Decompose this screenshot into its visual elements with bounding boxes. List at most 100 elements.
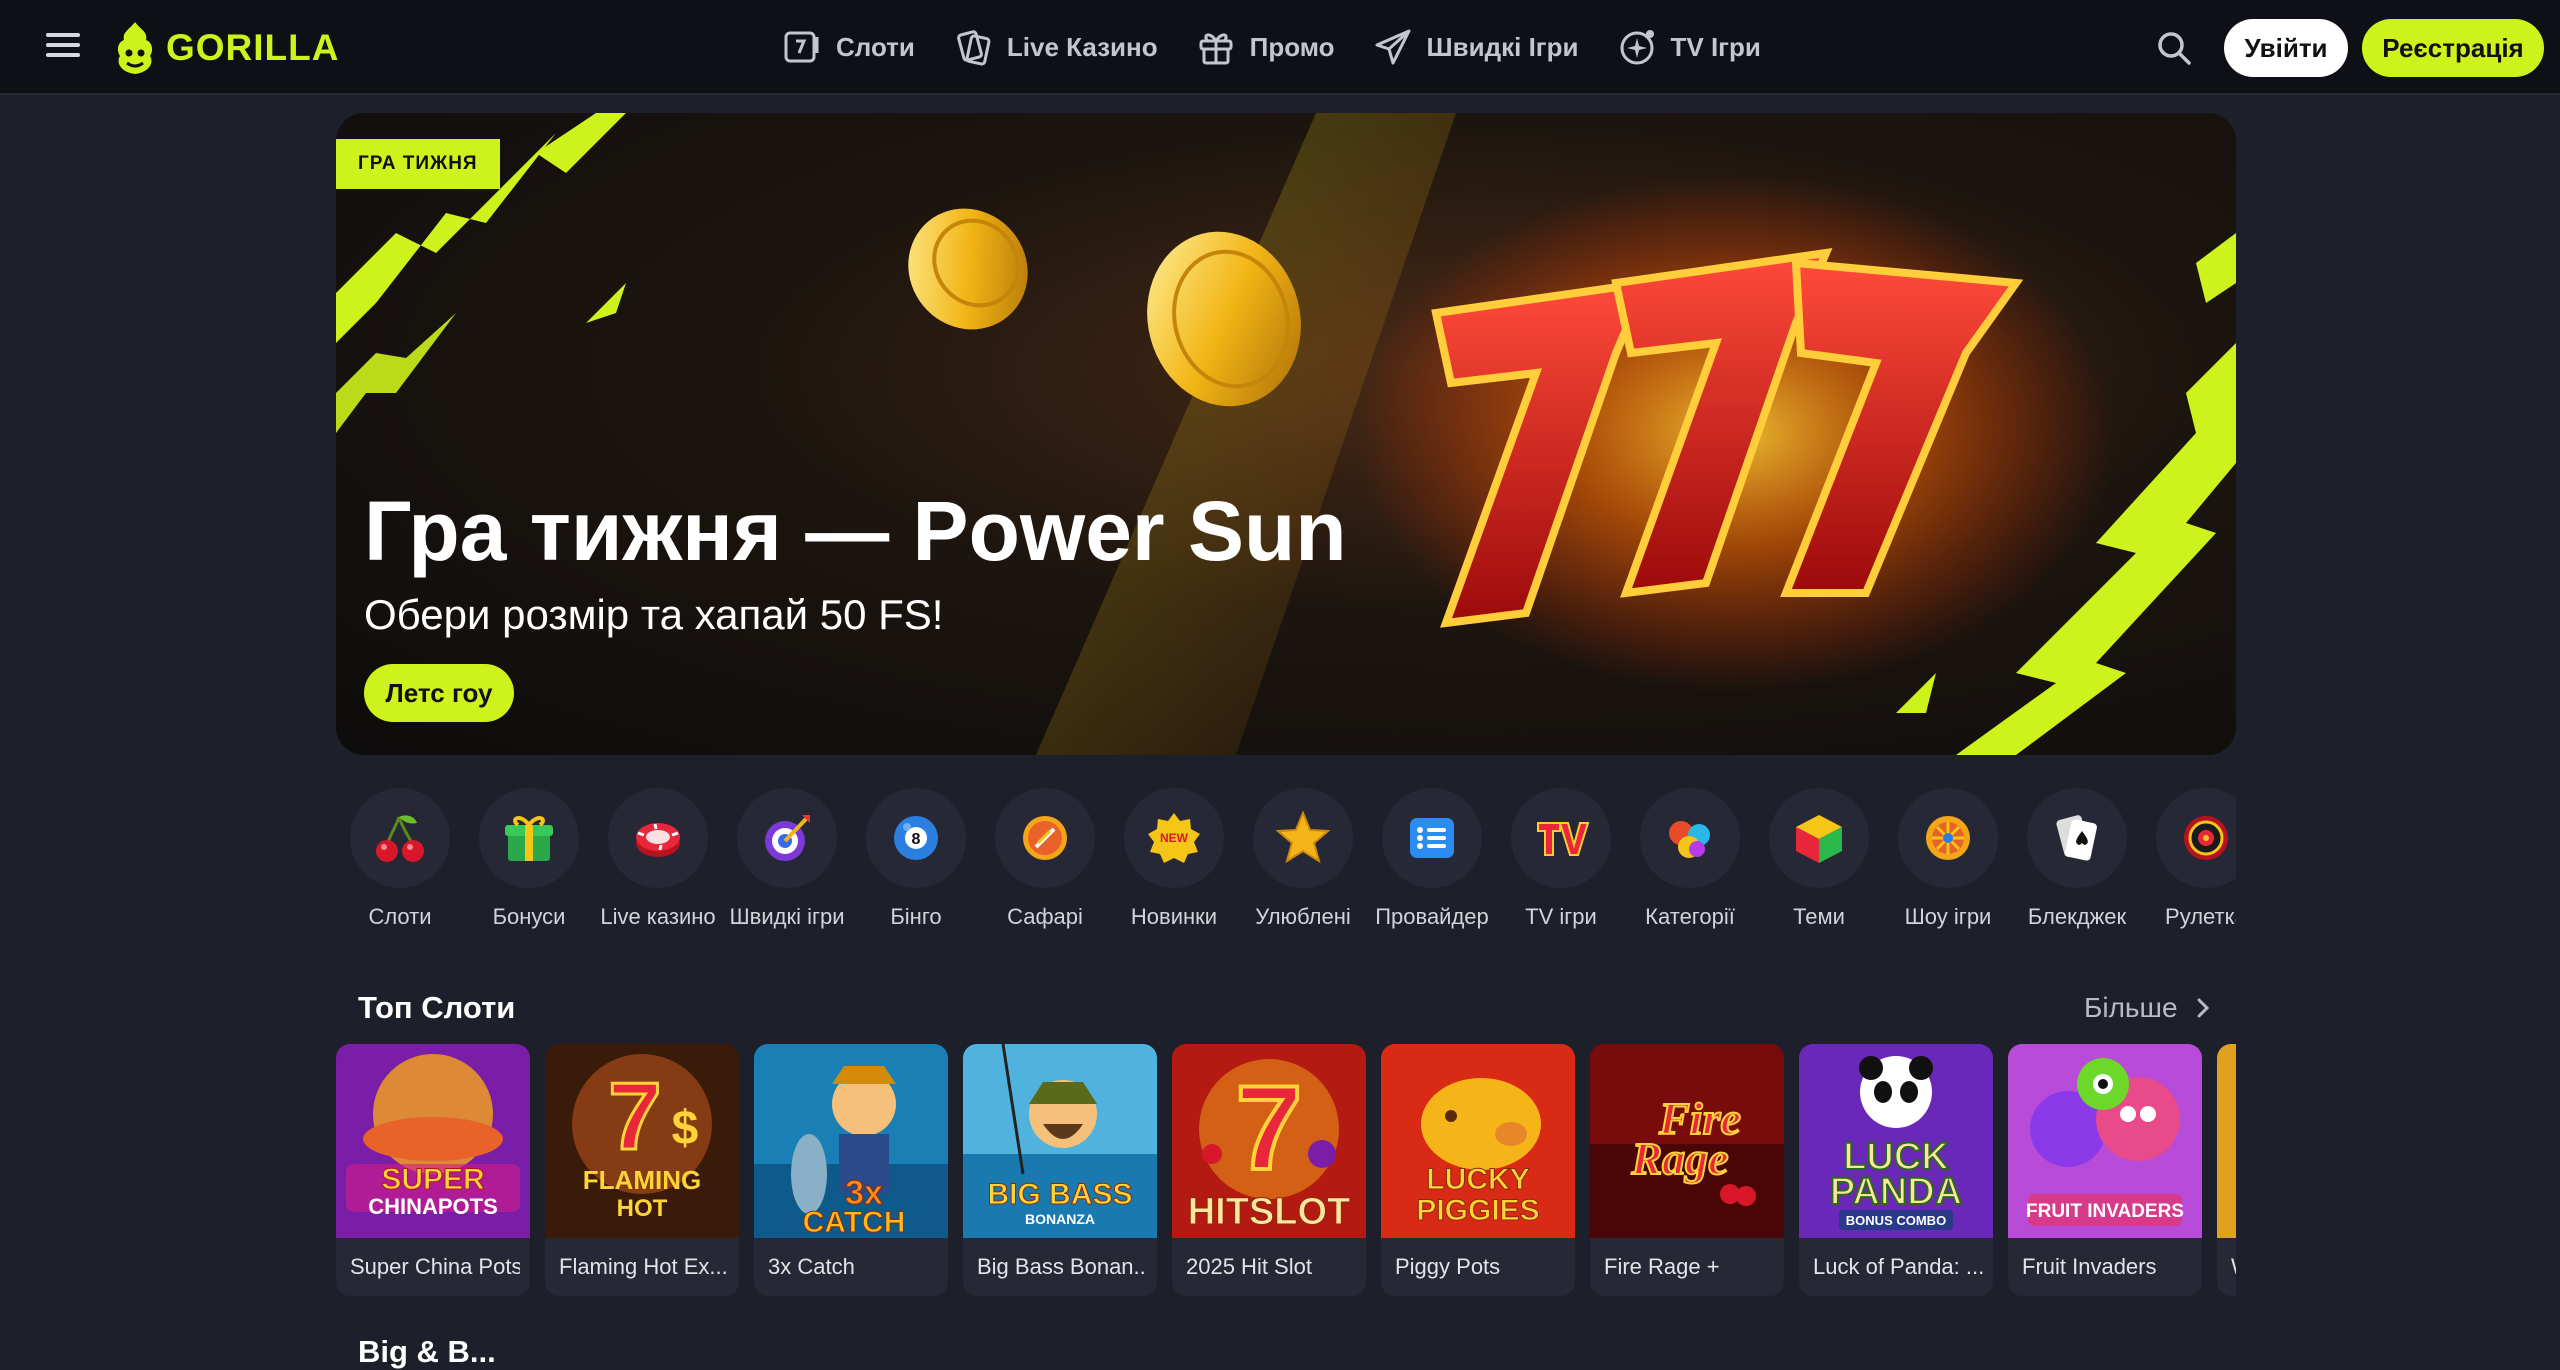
category-label: Улюблені (1255, 904, 1351, 929)
category-themes[interactable]: Теми (1754, 788, 1884, 931)
category-label: Бонуси (492, 904, 566, 929)
safari-badge-icon (1023, 816, 1067, 860)
nav-live-casino[interactable]: Live Казино (953, 27, 1158, 67)
game-card[interactable]: 7 HITSLOT 2025 Hit Slot (1172, 1044, 1366, 1296)
category-label: Сафарі (1007, 904, 1083, 929)
category-bonuses[interactable]: Бонуси (464, 788, 594, 931)
category-slots[interactable]: Слоти (336, 788, 465, 931)
game-name: Fire Rage + (1604, 1254, 1720, 1279)
balls-icon (1669, 821, 1710, 858)
game-card[interactable]: LUCKY PIGGIES Piggy Pots (1381, 1044, 1575, 1296)
hero-subtitle: Обери розмір та хапай 50 FS! (364, 591, 944, 638)
game-name: 2025 Hit Slot (1186, 1254, 1312, 1279)
game-card[interactable]: BIG BASS BONANZA Big Bass Bonan... (963, 1044, 1157, 1296)
nav-tv-games[interactable]: TV Ігри (1617, 27, 1761, 67)
game-card[interactable]: FRUIT INVADERS Fruit Invaders (2008, 1044, 2202, 1296)
hero-banner[interactable]: ГРА ТИЖНЯ Гра тижня — Power Sun Обери ро… (336, 113, 2236, 755)
game-name: Piggy Pots (1395, 1254, 1501, 1279)
category-tv-games[interactable]: TV ігри (1496, 788, 1626, 931)
paper-plane-icon (1375, 29, 1411, 65)
category-provider[interactable]: Провайдер (1367, 788, 1497, 931)
game-name: 3x Catch (768, 1254, 855, 1279)
chevron-right-icon (2197, 998, 2209, 1018)
search-icon[interactable] (2154, 28, 2194, 68)
cards-spade-icon (2056, 815, 2097, 861)
svg-text:7: 7 (1236, 1061, 1303, 1195)
game-card[interactable]: Fire Rage Fire Rage + (1590, 1044, 1784, 1296)
category-label: Новинки (1130, 904, 1218, 929)
svg-text:PANDA: PANDA (1830, 1171, 1962, 1213)
logo[interactable]: GORILLA (112, 20, 339, 76)
game-card[interactable]: 3x CATCH 3x Catch (754, 1044, 948, 1296)
hero-artwork (336, 113, 2236, 755)
category-label: Бінго (890, 904, 942, 929)
more-link[interactable]: Більше (2084, 992, 2214, 1024)
svg-text:$: $ (672, 1102, 699, 1155)
nav-label: TV Ігри (1670, 31, 1761, 62)
game-name: Luck of Panda: ... (1813, 1254, 1983, 1279)
category-favorites[interactable]: Улюблені (1238, 788, 1368, 931)
category-label: Блекджек (2027, 904, 2127, 929)
category-roulette[interactable]: Рулетка (2141, 788, 2236, 931)
game-name: W (2231, 1254, 2236, 1280)
sparkle-plus-icon (1620, 30, 1654, 65)
hero-cta-button[interactable]: Летс гоу (364, 664, 514, 722)
cherry-icon (376, 815, 424, 862)
cards-icon (957, 30, 991, 66)
category-blackjack[interactable]: Блекджек (2012, 788, 2142, 931)
svg-text:PIGGIES: PIGGIES (1416, 1194, 1539, 1227)
svg-text:CHINAPOTS: CHINAPOTS (368, 1194, 498, 1219)
category-label: TV ігри (1525, 904, 1597, 929)
svg-text:BONANZA: BONANZA (1025, 1211, 1095, 1227)
section-title-top-slots: Топ Слоти (358, 990, 516, 1025)
category-label: Шоу ігри (1904, 904, 1992, 929)
game-name: Flaming Hot Ex... (559, 1254, 728, 1279)
game-thumbnail: SUPER CHINAPOTS (336, 1044, 530, 1238)
gift-box-icon (505, 816, 553, 861)
category-fast-games[interactable]: Швидкі ігри (722, 788, 852, 931)
more-label: Більше (2084, 992, 2178, 1023)
category-categories[interactable]: Категорії (1625, 788, 1755, 931)
category-label: Слоти (368, 904, 432, 929)
game-card[interactable]: 7 $ FLAMING HOT Flaming Hot Ex... (545, 1044, 739, 1296)
game-card[interactable]: LUCK PANDA BONUS COMBO Luck of Panda: ... (1799, 1044, 1993, 1296)
target-dart-icon (765, 815, 810, 861)
slot-machine-icon (784, 31, 819, 63)
category-safari[interactable]: Сафарі (980, 788, 1110, 931)
svg-text:7: 7 (608, 1063, 661, 1170)
top-header: GORILLA Слоти Live Казино Промо Швидкі І… (0, 0, 2560, 95)
menu-icon[interactable] (46, 30, 82, 60)
nav-label: Live Казино (1006, 31, 1158, 62)
nav-slots[interactable]: Слоти (782, 27, 915, 67)
category-live-casino[interactable]: Live казино (593, 788, 723, 931)
logo-text: GORILLA (166, 27, 340, 68)
game-card[interactable]: SUPER CHINAPOTS Super China Pots (336, 1044, 530, 1296)
poker-chip-icon (636, 823, 680, 857)
category-strip: Слоти Бонуси Live казино Швидкі ігри 8 Б… (336, 788, 2236, 958)
category-label: Провайдер (1375, 904, 1489, 929)
category-label: Категорії (1645, 904, 1735, 929)
wheel-icon (1926, 816, 1970, 860)
svg-text:NEW: NEW (1160, 831, 1189, 845)
game-thumbnail: BIG BASS BONANZA (963, 1044, 1157, 1238)
svg-text:BIG BASS: BIG BASS (987, 1178, 1132, 1211)
cube-icon (1796, 815, 1842, 863)
game-name: Super China Pots (350, 1254, 520, 1279)
category-label: Теми (1793, 904, 1845, 929)
register-button[interactable]: Реєстрація (2362, 19, 2544, 77)
nav-fast-games[interactable]: Швидкі Ігри (1373, 27, 1579, 67)
game-thumbnail: 7 HITSLOT (1172, 1044, 1366, 1238)
nav-promo[interactable]: Промо (1196, 27, 1335, 67)
category-new[interactable]: NEW Новинки (1109, 788, 1239, 931)
game-card[interactable]: W (2217, 1044, 2236, 1296)
game-thumbnail (2217, 1044, 2236, 1238)
svg-text:FRUIT INVADERS: FRUIT INVADERS (2026, 1201, 2184, 1222)
svg-text:Rage: Rage (1630, 1133, 1728, 1184)
game-of-week-badge: ГРА ТИЖНЯ (336, 139, 500, 189)
login-button[interactable]: Увійти (2224, 19, 2348, 77)
main-nav: Слоти Live Казино Промо Швидкі Ігри TV І… (782, 22, 1799, 72)
category-show-games[interactable]: Шоу ігри (1883, 788, 2013, 931)
section-title-next: Big & B... (358, 1334, 496, 1369)
svg-text:BONUS COMBO: BONUS COMBO (1846, 1213, 1946, 1228)
category-bingo[interactable]: 8 Бінго (851, 788, 981, 931)
